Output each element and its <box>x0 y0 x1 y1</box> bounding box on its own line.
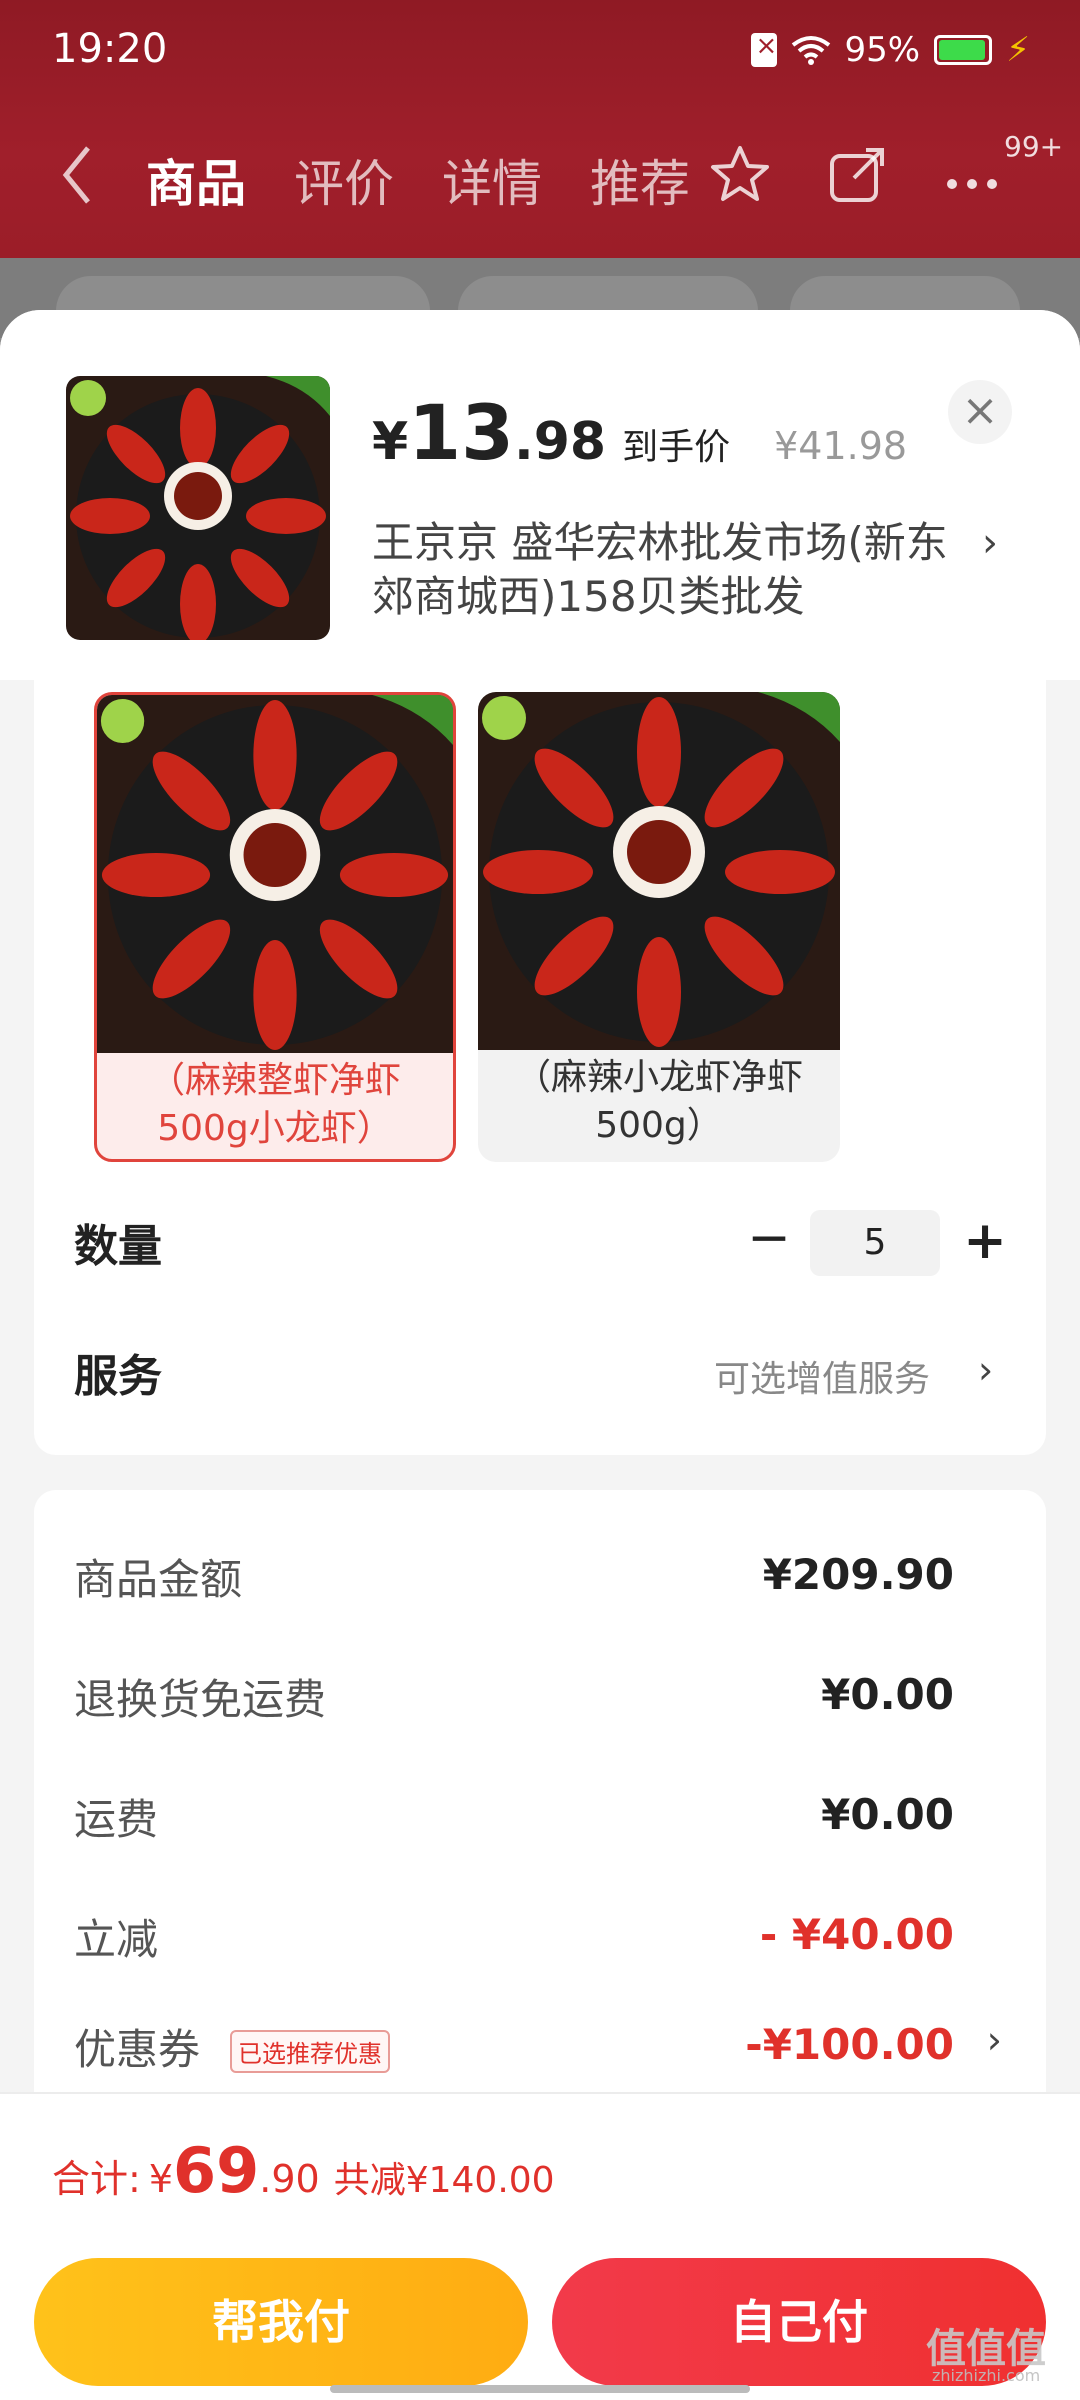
total-currency: ¥ <box>148 2157 173 2201</box>
sku-selector-sheet: ¥ 13 .98 到手价 ¥41.98 × 王京京 盛华宏林批发市场(新东郊商城… <box>0 310 1080 2400</box>
variant-image <box>478 692 840 1050</box>
checkout-bar: 合计: ¥ 69 .90 共减¥140.00 帮我付 自己付 <box>0 2092 1080 2400</box>
service-hint[interactable]: 可选增值服务 <box>714 1350 930 1402</box>
quantity-minus-button[interactable]: − <box>744 1210 794 1270</box>
battery-percent: 95% <box>844 30 921 70</box>
status-bar: 19:20 95% ⚡ <box>0 0 1080 100</box>
total-integer: 69 <box>173 2134 260 2207</box>
total-saved: 共减¥140.00 <box>333 2160 555 2201</box>
variant-label: （麻辣整虾净虾500g小龙虾） <box>148 1060 401 1149</box>
product-thumbnail[interactable] <box>66 376 330 640</box>
product-nav: 商品 评价 详情 推荐 99+ <box>0 130 1080 230</box>
top-header: 19:20 95% ⚡ 商品 评价 详情 推荐 <box>0 0 1080 258</box>
battery-icon <box>934 35 993 65</box>
return-shipping-label: 退换货免运费 <box>74 1675 327 1724</box>
chevron-right-icon[interactable]: › <box>982 520 998 566</box>
discount-label: 立减 <box>74 1915 159 1964</box>
price-decimal: .98 <box>513 412 607 472</box>
tab-reviews[interactable]: 评价 <box>294 144 394 216</box>
quantity-plus-button[interactable]: + <box>960 1210 1010 1276</box>
tab-recommend[interactable]: 推荐 <box>590 144 690 216</box>
quantity-input[interactable]: 5 <box>810 1210 940 1276</box>
charging-bolt-icon: ⚡ <box>1006 30 1030 70</box>
back-arrow-icon[interactable] <box>58 140 98 210</box>
sheet-header: ¥ 13 .98 到手价 ¥41.98 × 王京京 盛华宏林批发市场(新东郊商城… <box>0 310 1080 680</box>
star-icon[interactable] <box>708 142 772 206</box>
shipping-value: ¥0.00 <box>821 1790 954 1839</box>
coupon-tag: 已选推荐优惠 <box>230 2030 390 2073</box>
variant-option-1[interactable]: （麻辣整虾净虾500g小龙虾） <box>94 692 456 1162</box>
variant-card: （麻辣整虾净虾500g小龙虾） （麻辣小龙虾净虾500g） 数量 − 5 + 服… <box>34 680 1046 1455</box>
variant-image <box>97 695 453 1053</box>
close-button[interactable]: × <box>948 380 1012 444</box>
discount-value: - ¥40.00 <box>759 1910 954 1959</box>
goods-amount-label: 商品金额 <box>74 1555 243 1604</box>
chevron-right-icon[interactable]: › <box>987 2018 1002 2062</box>
sim-off-icon <box>750 31 777 67</box>
price-integer: 13 <box>408 388 514 477</box>
more-dots-icon[interactable] <box>940 142 1004 206</box>
service-label: 服务 <box>74 1351 162 1402</box>
variant-option-2[interactable]: （麻辣小龙虾净虾500g） <box>478 692 840 1162</box>
message-badge: 99+ <box>1004 130 1064 163</box>
chevron-right-icon[interactable]: › <box>978 1348 993 1392</box>
tab-details[interactable]: 详情 <box>442 144 542 216</box>
price-row: ¥ 13 .98 到手价 ¥41.98 <box>372 388 907 477</box>
total-decimal: .90 <box>259 2157 320 2201</box>
share-icon[interactable] <box>826 142 890 206</box>
wifi-icon <box>791 36 830 65</box>
original-price: ¥41.98 <box>774 424 908 468</box>
coupon-value[interactable]: -¥100.00 <box>745 2020 954 2069</box>
shipping-label: 运费 <box>74 1795 159 1844</box>
close-icon: × <box>961 385 999 436</box>
price-currency: ¥ <box>372 412 409 472</box>
goods-amount-value: ¥209.90 <box>762 1550 954 1599</box>
home-indicator[interactable] <box>330 2385 750 2393</box>
shop-name[interactable]: 王京京 盛华宏林批发市场(新东郊商城西)158贝类批发 <box>372 516 972 624</box>
variant-label: （麻辣小龙虾净虾500g） <box>514 1057 803 1146</box>
watermark-url: zhizhizhi.com <box>932 2366 1041 2385</box>
status-icons: 95% ⚡ <box>750 30 1030 70</box>
return-shipping-value: ¥0.00 <box>821 1670 954 1719</box>
coupon-label: 优惠券 <box>74 2025 201 2074</box>
quantity-label: 数量 <box>74 1221 162 1272</box>
help-me-pay-button[interactable]: 帮我付 <box>34 2258 528 2386</box>
total-label: 合计: <box>52 2157 141 2201</box>
status-time: 19:20 <box>52 26 168 72</box>
total-row: 合计: ¥ 69 .90 共减¥140.00 <box>52 2134 555 2207</box>
price-label: 到手价 <box>622 427 731 468</box>
tab-goods[interactable]: 商品 <box>146 144 246 216</box>
